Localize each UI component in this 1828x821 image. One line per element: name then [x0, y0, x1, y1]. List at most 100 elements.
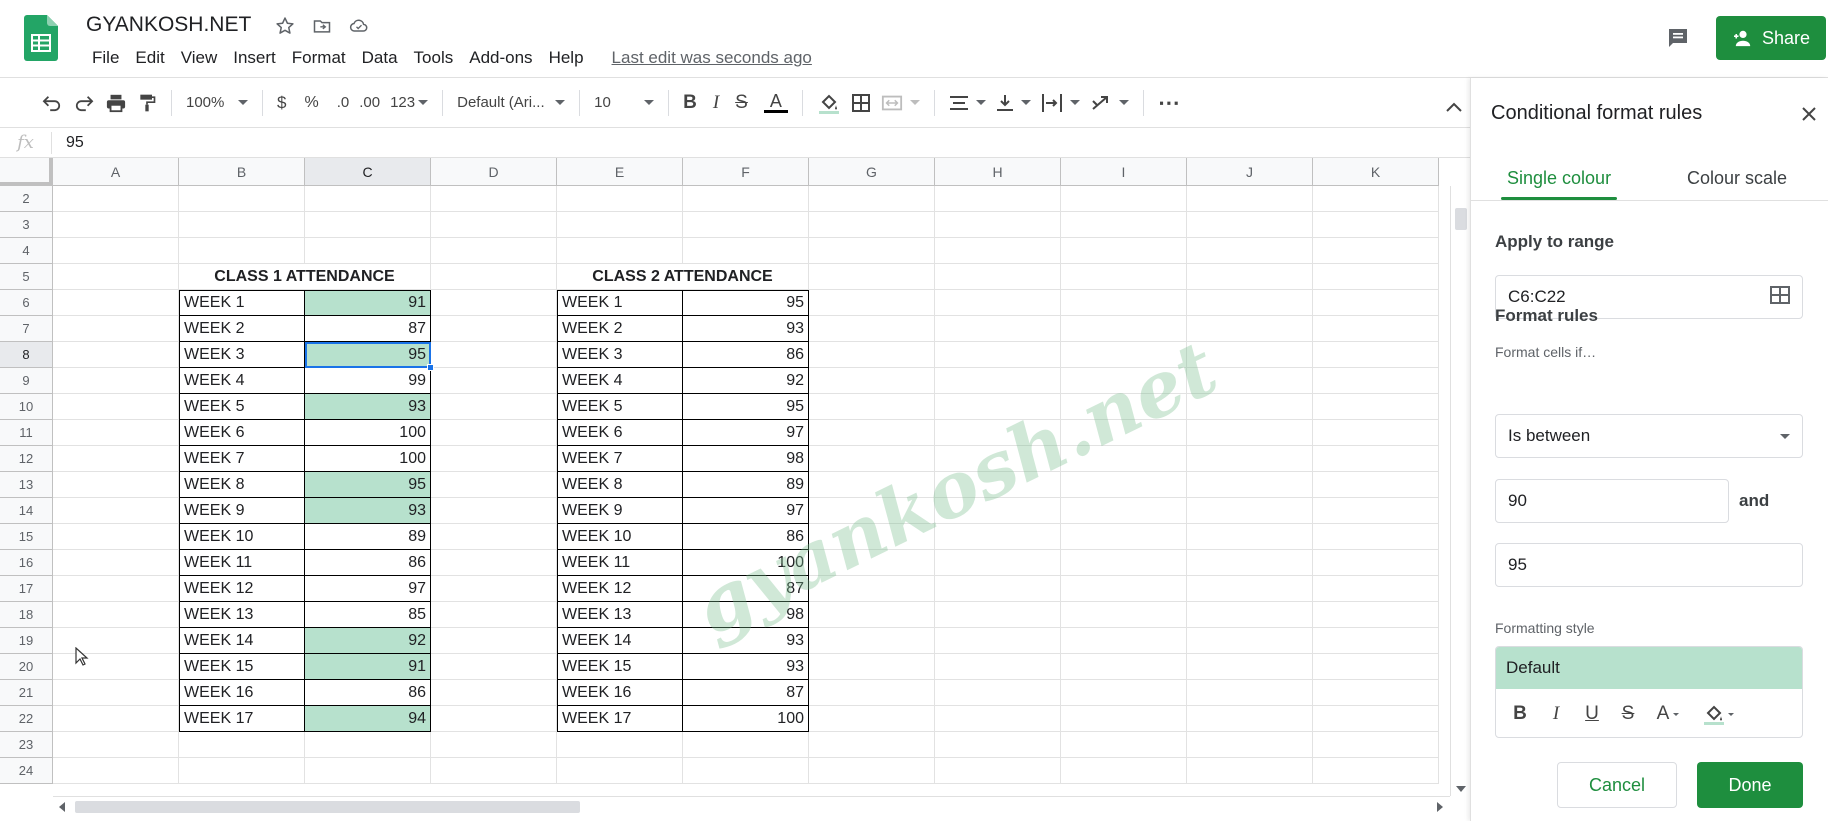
cell-C15[interactable]: 89: [305, 524, 431, 550]
cell-K11[interactable]: [1313, 420, 1439, 446]
cloud-saved-icon[interactable]: [347, 14, 371, 38]
cell-J19[interactable]: [1187, 628, 1313, 654]
cell-D21[interactable]: [431, 680, 557, 706]
cell-E15[interactable]: WEEK 10: [557, 524, 683, 550]
cell-H16[interactable]: [935, 550, 1061, 576]
cell-A4[interactable]: [53, 238, 179, 264]
cell-J22[interactable]: [1187, 706, 1313, 732]
cell-A23[interactable]: [53, 732, 179, 758]
cell-G5[interactable]: [809, 264, 935, 290]
cell-H3[interactable]: [935, 212, 1061, 238]
cell-C23[interactable]: [305, 732, 431, 758]
cell-G10[interactable]: [809, 394, 935, 420]
menu-tools[interactable]: Tools: [406, 48, 462, 68]
vertical-align-icon[interactable]: [991, 88, 1036, 118]
cell-J9[interactable]: [1187, 368, 1313, 394]
cell-G17[interactable]: [809, 576, 935, 602]
cell-G22[interactable]: [809, 706, 935, 732]
cell-A5[interactable]: [53, 264, 179, 290]
paint-format-icon[interactable]: [132, 88, 162, 118]
cell-B3[interactable]: [179, 212, 305, 238]
cell-A7[interactable]: [53, 316, 179, 342]
row-header[interactable]: 3: [0, 212, 53, 238]
fill-handle[interactable]: [427, 364, 434, 371]
cell-A10[interactable]: [53, 394, 179, 420]
cell-I22[interactable]: [1061, 706, 1187, 732]
tab-colour-scale[interactable]: Colour scale: [1687, 168, 1787, 189]
cell-I11[interactable]: [1061, 420, 1187, 446]
cell-D7[interactable]: [431, 316, 557, 342]
cell-A9[interactable]: [53, 368, 179, 394]
cancel-button[interactable]: Cancel: [1557, 762, 1677, 808]
last-edit-link[interactable]: Last edit was seconds ago: [612, 48, 812, 68]
cell-D2[interactable]: [431, 186, 557, 212]
cell-C7[interactable]: 87: [305, 316, 431, 342]
font-family-select[interactable]: Default (Ari...: [452, 88, 570, 118]
cell-G8[interactable]: [809, 342, 935, 368]
cell-F2[interactable]: [683, 186, 809, 212]
value-from-input[interactable]: 90: [1495, 479, 1729, 523]
cell-B5[interactable]: CLASS 1 ATTENDANCE: [179, 264, 431, 290]
menu-view[interactable]: View: [173, 48, 226, 68]
cell-J8[interactable]: [1187, 342, 1313, 368]
cell-E23[interactable]: [557, 732, 683, 758]
cell-K3[interactable]: [1313, 212, 1439, 238]
cell-I2[interactable]: [1061, 186, 1187, 212]
menu-help[interactable]: Help: [541, 48, 592, 68]
cell-E2[interactable]: [557, 186, 683, 212]
cell-G19[interactable]: [809, 628, 935, 654]
cell-H11[interactable]: [935, 420, 1061, 446]
style-italic-button[interactable]: I: [1540, 698, 1572, 730]
text-rotation-icon[interactable]: [1085, 88, 1134, 118]
currency-button[interactable]: $: [272, 88, 291, 118]
cell-B8[interactable]: WEEK 3: [179, 342, 305, 368]
cell-D11[interactable]: [431, 420, 557, 446]
fill-color-icon[interactable]: [812, 88, 846, 118]
column-header[interactable]: G: [809, 158, 935, 186]
cell-E16[interactable]: WEEK 11: [557, 550, 683, 576]
percent-button[interactable]: %: [299, 88, 323, 118]
cell-B24[interactable]: [179, 758, 305, 784]
cell-B4[interactable]: [179, 238, 305, 264]
cell-A16[interactable]: [53, 550, 179, 576]
cell-A24[interactable]: [53, 758, 179, 784]
cell-D15[interactable]: [431, 524, 557, 550]
cell-C16[interactable]: 86: [305, 550, 431, 576]
cell-A13[interactable]: [53, 472, 179, 498]
cell-I4[interactable]: [1061, 238, 1187, 264]
menu-addons[interactable]: Add-ons: [461, 48, 540, 68]
cell-F24[interactable]: [683, 758, 809, 784]
cell-I12[interactable]: [1061, 446, 1187, 472]
cell-J23[interactable]: [1187, 732, 1313, 758]
cell-J24[interactable]: [1187, 758, 1313, 784]
cell-C9[interactable]: 99: [305, 368, 431, 394]
formula-input[interactable]: 95: [52, 134, 84, 152]
cell-K7[interactable]: [1313, 316, 1439, 342]
cell-K2[interactable]: [1313, 186, 1439, 212]
cell-J13[interactable]: [1187, 472, 1313, 498]
row-header[interactable]: 9: [0, 368, 53, 394]
cell-E24[interactable]: [557, 758, 683, 784]
cell-D4[interactable]: [431, 238, 557, 264]
cell-C12[interactable]: 100: [305, 446, 431, 472]
cell-F21[interactable]: 87: [683, 680, 809, 706]
cell-A20[interactable]: [53, 654, 179, 680]
column-header[interactable]: H: [935, 158, 1061, 186]
cell-K13[interactable]: [1313, 472, 1439, 498]
cell-I14[interactable]: [1061, 498, 1187, 524]
cell-K20[interactable]: [1313, 654, 1439, 680]
cell-J10[interactable]: [1187, 394, 1313, 420]
cell-F7[interactable]: 93: [683, 316, 809, 342]
cell-I17[interactable]: [1061, 576, 1187, 602]
cell-C6[interactable]: 91: [305, 290, 431, 316]
cell-H19[interactable]: [935, 628, 1061, 654]
bold-button[interactable]: B: [678, 88, 702, 118]
cell-G24[interactable]: [809, 758, 935, 784]
cell-B12[interactable]: WEEK 7: [179, 446, 305, 472]
sheets-logo-icon[interactable]: [24, 15, 58, 61]
cell-F8[interactable]: 86: [683, 342, 809, 368]
row-header[interactable]: 15: [0, 524, 53, 550]
cell-G11[interactable]: [809, 420, 935, 446]
cell-F13[interactable]: 89: [683, 472, 809, 498]
menu-insert[interactable]: Insert: [225, 48, 284, 68]
